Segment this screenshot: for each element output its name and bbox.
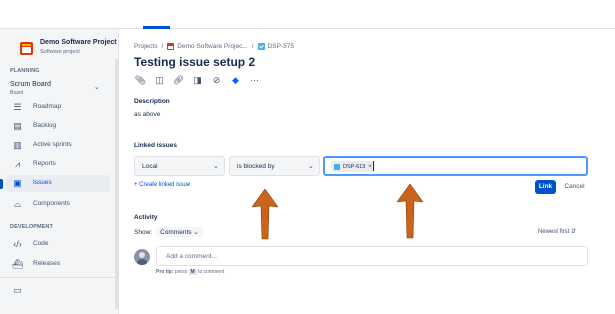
avatar [134, 249, 150, 265]
page-icon: ▭ [13, 285, 22, 295]
pro-tip-suffix: to comment [198, 269, 225, 275]
breadcrumb: Projects / Demo Software Projec... / DSP… [134, 41, 294, 51]
breadcrumb-issue[interactable]: DSP-575 [268, 43, 294, 50]
create-linked-issue-link[interactable]: + Create linked issue [134, 182, 190, 188]
link-button[interactable]: Link [535, 180, 556, 194]
chevron-down-icon: ⌄ [308, 163, 314, 170]
description-text[interactable]: as above [134, 111, 160, 118]
pro-tip: Pro tip: press M to comment [156, 269, 224, 275]
shortcut-key: M [188, 269, 197, 275]
components-icon: ⌓ [13, 199, 22, 209]
active-tab-indicator [143, 26, 170, 29]
planning-section-label: PLANNING [10, 68, 40, 74]
sidebar-item-label: Backlog [33, 122, 57, 129]
sidebar-item-issues[interactable]: ▣ Issues [6, 175, 110, 192]
annotation-arrow-icon [397, 184, 423, 239]
description-label: Description [134, 98, 170, 105]
chevron-down-icon: ⌄ [193, 229, 199, 236]
sidebar-item-backlog[interactable]: ▤ Backlog [6, 118, 110, 135]
jira-issue-view: Demo Software Project Software project P… [0, 0, 615, 314]
activity-filter-dropdown[interactable]: Comments ⌄ [156, 227, 203, 237]
sidebar-item-label: Components [33, 200, 70, 207]
pro-tip-press: press [174, 269, 188, 275]
sidebar-item-label: Code [33, 240, 49, 247]
sidebar-item-reports[interactable]: ⩘ Reports [6, 156, 110, 173]
roadmap-icon: ☰ [13, 102, 22, 112]
add-content-icon[interactable]: ◨ [191, 74, 204, 87]
story-icon [257, 42, 265, 50]
text-caret [373, 161, 374, 171]
activity-label: Activity [134, 214, 158, 221]
sort-icon: ⇵ [571, 229, 577, 235]
pro-tip-prefix: Pro tip: [156, 269, 174, 275]
issue-toolbar: 📎︎ ◫ 🔗︎ ◨ ⊘ ◆ ··· [134, 74, 261, 88]
link-type-select[interactable]: is blocked by ⌄ [229, 156, 320, 176]
project-name: Demo Software Project [40, 39, 117, 46]
issue-title[interactable]: Testing issue setup 2 [134, 55, 255, 69]
link-scope-value: Local [142, 163, 158, 170]
top-navigation [0, 0, 615, 29]
sort-order-toggle[interactable]: Newest first ⇵ [538, 228, 576, 235]
checklist-icon[interactable]: ⊘ [210, 74, 223, 87]
sidebar-item-code[interactable]: ‹/› Code [6, 236, 110, 253]
project-header[interactable]: Demo Software Project Software project [20, 39, 117, 61]
sidebar-divider [0, 277, 118, 278]
breadcrumb-projects[interactable]: Projects [134, 43, 157, 50]
link-type-value: is blocked by [237, 163, 275, 170]
cancel-button[interactable]: Cancel [561, 180, 588, 194]
activity-filter: Show: Comments ⌄ [134, 227, 203, 237]
ship-icon: ⛴ [12, 259, 24, 269]
subtask-icon[interactable]: ◫ [153, 74, 166, 87]
sidebar-item-active-sprints[interactable]: ▥ Active sprints [6, 137, 110, 154]
sidebar-item-roadmap[interactable]: ☰ Roadmap [6, 99, 110, 116]
comment-input[interactable]: Add a comment... [156, 246, 588, 266]
code-icon: ‹/› [13, 239, 22, 249]
sidebar-item-label: Active sprints [33, 141, 72, 148]
sidebar-scrollbar[interactable] [115, 59, 118, 309]
activity-filter-value: Comments [160, 229, 192, 236]
sidebar-item-label: Reports [33, 160, 56, 167]
project-avatar-icon [20, 42, 33, 55]
linked-issue-search-input[interactable]: DSP-613 × [323, 156, 588, 176]
breadcrumb-separator: / [251, 42, 254, 50]
columns-icon: ▥ [13, 140, 22, 150]
more-icon[interactable]: ··· [248, 74, 261, 87]
chip-issue-key: DSP-613 [343, 163, 366, 170]
board-selector[interactable]: Scrum Board Board ⌄ [6, 79, 106, 99]
annotation-arrow-icon [252, 189, 278, 240]
breadcrumb-project[interactable]: Demo Software Projec... [177, 43, 247, 50]
comment-placeholder: Add a comment... [166, 253, 217, 260]
chevron-down-icon: ⌄ [213, 163, 219, 170]
sidebar-item-releases[interactable]: ⛴ Releases [6, 256, 110, 273]
attach-icon[interactable]: 📎︎ [134, 74, 147, 87]
board-name: Scrum Board [10, 81, 51, 88]
sidebar-item-label: Issues [33, 179, 52, 186]
backlog-icon: ▤ [13, 121, 22, 131]
project-icon [167, 42, 175, 50]
selected-indicator [0, 179, 3, 189]
breadcrumb-separator: / [161, 42, 164, 50]
app-icon[interactable]: ◆ [229, 74, 242, 87]
link-scope-select[interactable]: Local ⌄ [134, 156, 225, 176]
sort-order-label: Newest first [538, 229, 570, 235]
sidebar: Demo Software Project Software project P… [0, 29, 119, 314]
sidebar-item-label: Roadmap [33, 103, 62, 110]
development-section-label: DEVELOPMENT [10, 224, 53, 230]
sidebar-item-label: Releases [33, 260, 61, 267]
story-icon [334, 163, 340, 170]
board-type: Board [10, 90, 24, 96]
project-type: Software project [40, 49, 80, 55]
linked-issues-label: Linked issues [134, 142, 177, 149]
chart-icon: ⩘ [14, 159, 21, 169]
selected-issue-chip[interactable]: DSP-613 × [331, 161, 375, 172]
issues-icon: ▣ [13, 178, 22, 188]
show-label: Show: [134, 228, 153, 236]
link-icon[interactable]: 🔗︎ [172, 74, 185, 87]
chevron-down-icon: ⌄ [94, 84, 100, 91]
sidebar-item-components[interactable]: ⌓ Components [6, 196, 110, 213]
remove-chip-icon[interactable]: × [368, 164, 372, 170]
sidebar-item-next[interactable]: ▭ [6, 282, 110, 299]
